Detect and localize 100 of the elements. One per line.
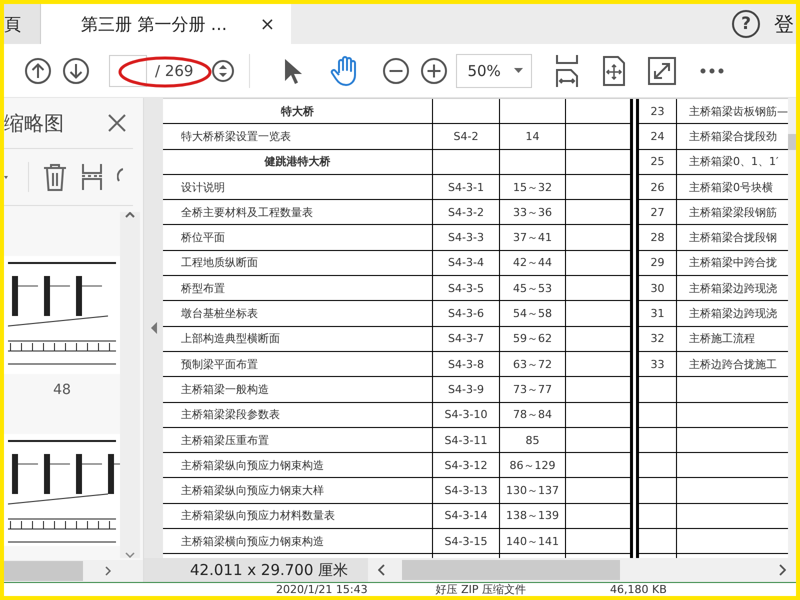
- table-cell: 59～62: [500, 326, 566, 352]
- table-cell: 86～129: [500, 453, 566, 478]
- table-cell: 主桥箱梁压重布置: [163, 428, 433, 454]
- table-cell: 主桥箱梁一般构造: [163, 377, 433, 403]
- down-caret-icon[interactable]: [125, 552, 135, 558]
- scrollbar-thumb[interactable]: [4, 561, 83, 581]
- table-cell: [639, 377, 677, 403]
- scrollbar-thumb[interactable]: [402, 560, 620, 580]
- page-size-label: 42.011 x 29.700 厘米: [144, 558, 368, 582]
- up-caret-icon[interactable]: [125, 212, 135, 218]
- caret-icon[interactable]: [4, 176, 8, 178]
- zoom-in-icon[interactable]: [420, 56, 448, 84]
- table-cell: S4-3-9: [433, 377, 500, 403]
- table-cell: 24: [639, 124, 677, 150]
- table-cell: S4-3-1: [433, 174, 500, 200]
- tab[interactable]: 頁: [4, 4, 41, 44]
- table-cell: 特大桥桥梁设置一览表: [163, 124, 433, 150]
- table-cell: 23: [639, 99, 677, 124]
- table-cell: S4-3-4: [433, 250, 500, 276]
- help-button[interactable]: ?: [732, 10, 760, 38]
- tab[interactable]: 第三册 第一分册 ... ×: [41, 4, 291, 44]
- table-cell: S4-3-14: [433, 504, 500, 530]
- table-cell: 30: [639, 276, 677, 302]
- page-move-icon[interactable]: [602, 56, 626, 86]
- table-cell: 54～58: [500, 301, 566, 327]
- right-caret-icon[interactable]: [105, 566, 111, 576]
- table-cell: S4-3-7: [433, 326, 500, 352]
- table-cell: 桥位平面: [163, 225, 433, 251]
- table-cell: 78～84: [500, 402, 566, 428]
- more-icon[interactable]: [700, 68, 724, 74]
- left-caret-icon[interactable]: [378, 564, 386, 576]
- table-cell: 138～139: [500, 504, 566, 530]
- file-size: 46,180 KB: [610, 583, 667, 596]
- table-cell: 主桥箱梁梁段参数表: [163, 402, 433, 428]
- fit-width-icon[interactable]: [554, 54, 580, 88]
- table-cell: S4-3-10: [433, 402, 500, 428]
- table-cell: 桥型布置: [163, 276, 433, 302]
- table-cell: 27: [639, 200, 677, 226]
- table-cell: 140～141: [500, 529, 566, 554]
- table-cell: S4-2: [433, 124, 500, 150]
- table-cell: 预制梁平面布置: [163, 352, 433, 378]
- expand-icon[interactable]: [648, 56, 676, 84]
- zoom-dropdown[interactable]: 50%: [456, 54, 532, 88]
- page-thumbnail[interactable]: [4, 434, 120, 546]
- page-label: 48: [53, 382, 71, 398]
- collapse-arrow-icon[interactable]: [150, 322, 156, 334]
- table-cell: 主桥箱梁纵向预应力钢束构造: [163, 453, 433, 478]
- table-cell: 15～32: [500, 174, 566, 200]
- table-cell: 主桥箱梁纵向预应力材料数量表: [163, 504, 433, 530]
- table-cell: S4-3-5: [433, 276, 500, 302]
- table-cell: 33～36: [500, 200, 566, 226]
- right-caret-icon[interactable]: [779, 564, 786, 576]
- table-cell: [433, 150, 500, 175]
- table-cell: S4-3-2: [433, 200, 500, 226]
- login-link[interactable]: 登: [774, 10, 794, 38]
- table-cell: S4-3-15: [433, 529, 500, 554]
- trash-icon[interactable]: [43, 163, 67, 191]
- table-cell: 25: [639, 150, 677, 175]
- table-cell: S4-3-6: [433, 301, 500, 327]
- table-cell: 主桥箱梁纵向预应力钢束大样: [163, 478, 433, 504]
- table-cell: 33: [639, 352, 677, 378]
- table-cell: 32: [639, 326, 677, 352]
- table-cell: S4-3-12: [433, 453, 500, 478]
- table-cell: 全桥主要材料及工程数量表: [163, 200, 433, 226]
- table-cell: 31: [639, 301, 677, 327]
- table-cell: [639, 529, 677, 554]
- scroll-arrows-icon[interactable]: [211, 58, 236, 82]
- table-cell: 设计说明: [163, 174, 433, 200]
- close-icon[interactable]: ×: [254, 14, 281, 34]
- table-cell: 37～41: [500, 225, 566, 251]
- scrollbar-thumb[interactable]: [788, 134, 796, 150]
- zoom-out-icon[interactable]: [382, 56, 410, 84]
- table-cell: 45～53: [500, 276, 566, 302]
- table-cell: [639, 504, 677, 530]
- table-cell: 73～77: [500, 377, 566, 403]
- table-cell: [639, 428, 677, 454]
- sidebar-title: 缩略图: [4, 110, 64, 136]
- table-cell: 29: [639, 250, 677, 276]
- table-cell: 主桥箱梁横向预应力钢束构造: [163, 529, 433, 554]
- table-cell: 14: [500, 124, 566, 150]
- page-count: / 269: [155, 62, 194, 80]
- table-cell: [500, 150, 566, 175]
- table-cell: S4-3-11: [433, 428, 500, 454]
- section-heading: 特大桥: [163, 99, 433, 124]
- page-thumbnail[interactable]: [4, 256, 120, 374]
- table-cell: 63～72: [500, 352, 566, 378]
- table-cell: S4-3-8: [433, 352, 500, 378]
- table-cell: 工程地质纵断面: [163, 250, 433, 276]
- file-type: 好压 ZIP 压缩文件: [436, 583, 526, 596]
- table-cell: [639, 478, 677, 504]
- file-date: 2020/1/21 15:43: [276, 583, 368, 596]
- table-cell: 墩台基桩坐标表: [163, 301, 433, 327]
- table-cell: 85: [500, 428, 566, 454]
- page-split-icon[interactable]: [81, 163, 103, 191]
- section-heading: 健跳港特大桥: [163, 150, 433, 175]
- pointer-icon[interactable]: [282, 56, 302, 84]
- close-icon[interactable]: [107, 113, 127, 133]
- table-cell: 130～137: [500, 478, 566, 504]
- table-cell: 26: [639, 174, 677, 200]
- table-cell: [639, 402, 677, 428]
